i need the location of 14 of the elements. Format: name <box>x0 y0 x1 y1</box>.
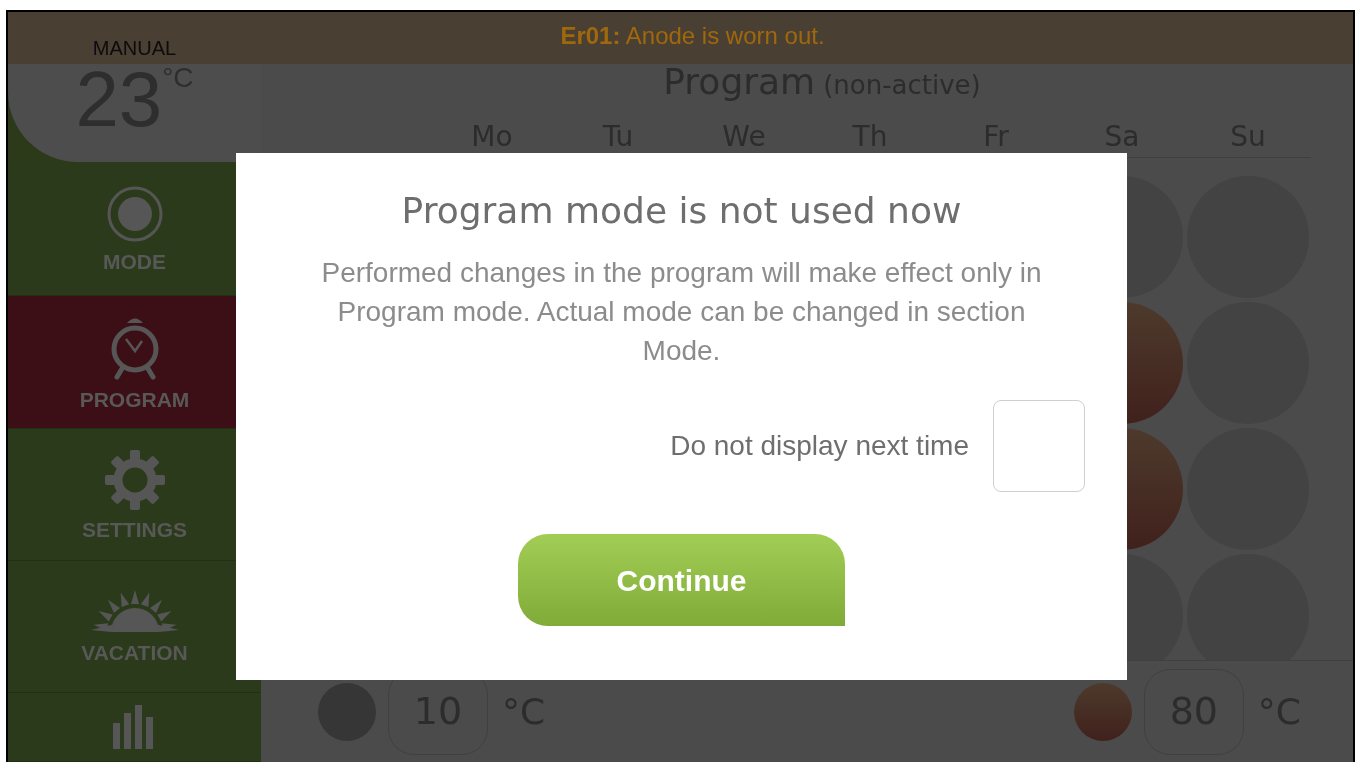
dialog-title: Program mode is not used now <box>401 193 962 229</box>
nav-label: VACATION <box>81 641 188 663</box>
checkbox-label: Do not display next time <box>670 429 969 463</box>
error-message: Er01: Anode is worn out. <box>560 24 825 48</box>
checkbox[interactable] <box>993 400 1085 492</box>
nav-label: MODE <box>103 250 166 272</box>
nav-label: PROGRAM <box>79 388 190 410</box>
mode-label: MANUAL <box>92 38 177 58</box>
rising-sun-icon <box>90 589 179 634</box>
continue-button[interactable]: Continue <box>518 534 845 626</box>
nav-label: SETTINGS <box>82 518 187 540</box>
radio-target-icon <box>105 184 164 243</box>
dialog-message: Performed changes in the program will make effect only in Program mode. Actual mode can be changed in section Mode. <box>320 256 1043 368</box>
gear-icon <box>103 448 166 511</box>
